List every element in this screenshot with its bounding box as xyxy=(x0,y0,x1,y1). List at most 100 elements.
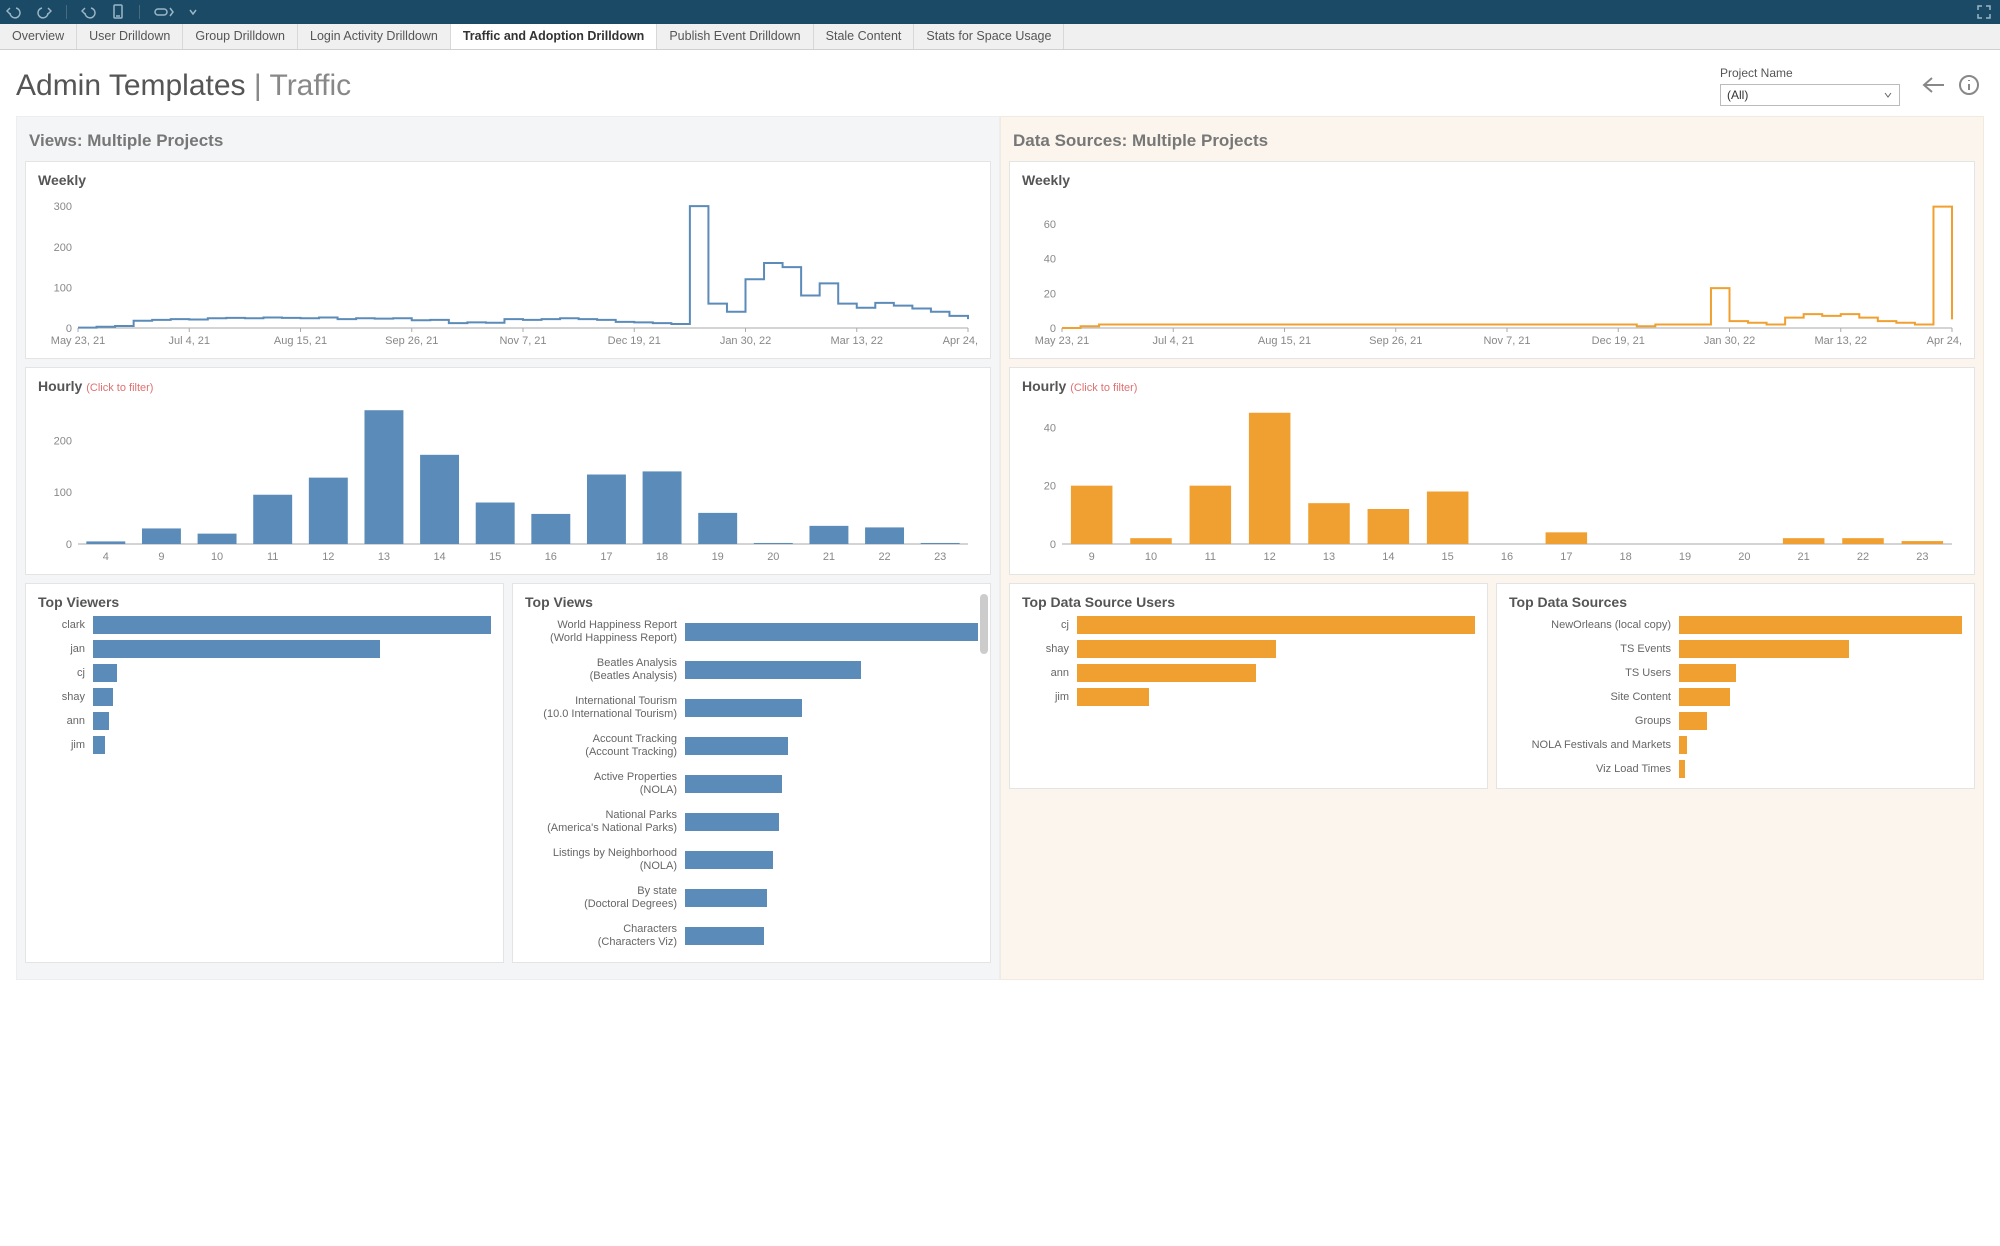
views-hourly-chart[interactable]: 0100200491011121314151617181920212223 xyxy=(38,398,978,568)
list-item[interactable]: shay xyxy=(1022,638,1475,660)
list-item[interactable]: cj xyxy=(1022,614,1475,636)
svg-text:19: 19 xyxy=(1679,551,1691,563)
list-item[interactable]: National Parks(America's National Parks) xyxy=(525,804,978,840)
list-item[interactable]: Account Tracking(Account Tracking) xyxy=(525,728,978,764)
list-item[interactable]: Active Properties(NOLA) xyxy=(525,766,978,802)
svg-text:19: 19 xyxy=(712,551,724,563)
list-item[interactable]: TS Users xyxy=(1509,662,1962,684)
scrollbar[interactable] xyxy=(980,594,988,654)
tab-stale-content[interactable]: Stale Content xyxy=(814,24,915,49)
list-item[interactable]: Listings by Neighborhood(NOLA) xyxy=(525,842,978,878)
project-filter-label: Project Name xyxy=(1720,66,1900,80)
svg-text:11: 11 xyxy=(1205,551,1216,563)
svg-text:14: 14 xyxy=(1382,551,1394,563)
svg-text:Jul 4, 21: Jul 4, 21 xyxy=(168,335,210,347)
svg-text:100: 100 xyxy=(54,282,72,294)
svg-text:23: 23 xyxy=(934,551,946,563)
list-item[interactable]: jim xyxy=(1022,686,1475,708)
svg-text:21: 21 xyxy=(823,551,835,563)
svg-text:Mar 13, 22: Mar 13, 22 xyxy=(1814,335,1867,347)
tab-stats-for-space-usage[interactable]: Stats for Space Usage xyxy=(914,24,1064,49)
svg-text:Sep 26, 21: Sep 26, 21 xyxy=(385,335,438,347)
svg-text:200: 200 xyxy=(54,435,72,447)
tab-publish-event-drilldown[interactable]: Publish Event Drilldown xyxy=(657,24,813,49)
list-item[interactable]: Site Content xyxy=(1509,686,1962,708)
svg-text:20: 20 xyxy=(1044,481,1056,493)
svg-text:23: 23 xyxy=(1916,551,1928,563)
svg-text:13: 13 xyxy=(1323,551,1335,563)
list-item[interactable]: ann xyxy=(1022,662,1475,684)
list-item[interactable]: clark xyxy=(38,614,491,636)
fullscreen-icon[interactable] xyxy=(1976,4,1992,23)
back-arrow-icon[interactable] xyxy=(1920,75,1946,98)
list-item[interactable]: NOLA Festivals and Markets xyxy=(1509,734,1962,756)
list-item[interactable]: shay xyxy=(38,686,491,708)
top-viewers-card: Top Viewers clarkjancjshayannjim xyxy=(25,583,504,963)
svg-text:0: 0 xyxy=(1050,539,1056,551)
top-views-title: Top Views xyxy=(525,594,978,610)
project-filter-select[interactable]: (All) xyxy=(1720,84,1900,106)
list-item[interactable]: jan xyxy=(38,638,491,660)
dropdown-caret-icon[interactable] xyxy=(188,8,198,16)
svg-text:17: 17 xyxy=(600,551,612,563)
revert-icon[interactable] xyxy=(81,5,97,19)
tab-login-activity-drilldown[interactable]: Login Activity Drilldown xyxy=(298,24,451,49)
list-item[interactable]: ann xyxy=(38,710,491,732)
svg-text:18: 18 xyxy=(656,551,668,563)
top-ds-users-title: Top Data Source Users xyxy=(1022,594,1475,610)
tab-group-drilldown[interactable]: Group Drilldown xyxy=(183,24,298,49)
list-item[interactable]: World Happiness Report(World Happiness R… xyxy=(525,614,978,650)
undo-icon[interactable] xyxy=(6,5,22,19)
top-viewers-chart[interactable]: clarkjancjshayannjim xyxy=(38,614,491,756)
ds-weekly-title: Weekly xyxy=(1022,172,1962,188)
top-views-card: Top Views World Happiness Report(World H… xyxy=(512,583,991,963)
svg-text:Apr 24, 22: Apr 24, 22 xyxy=(1927,335,1962,347)
views-weekly-chart[interactable]: 0100200300May 23, 21Jul 4, 21Aug 15, 21S… xyxy=(38,192,978,352)
info-icon[interactable] xyxy=(1958,74,1980,99)
tab-user-drilldown[interactable]: User Drilldown xyxy=(77,24,183,49)
list-item[interactable]: NewOrleans (local copy) xyxy=(1509,614,1962,636)
views-weekly-title: Weekly xyxy=(38,172,978,188)
list-item[interactable]: cj xyxy=(38,662,491,684)
ds-column-title: Data Sources: Multiple Projects xyxy=(1009,125,1975,161)
list-item[interactable]: jim xyxy=(38,734,491,756)
top-viewers-title: Top Viewers xyxy=(38,594,491,610)
svg-text:4: 4 xyxy=(103,551,109,563)
top-views-chart[interactable]: World Happiness Report(World Happiness R… xyxy=(525,614,978,954)
svg-text:14: 14 xyxy=(433,551,445,563)
svg-text:11: 11 xyxy=(267,551,278,563)
sheet-tabs: OverviewUser DrilldownGroup DrilldownLog… xyxy=(0,24,2000,50)
redo-icon[interactable] xyxy=(36,5,52,19)
svg-text:200: 200 xyxy=(54,242,72,254)
ds-hourly-title: Hourly (Click to filter) xyxy=(1022,378,1962,394)
export-icon[interactable] xyxy=(154,6,174,18)
page-title: Admin Templates | Traffic xyxy=(16,69,1720,103)
ds-weekly-chart[interactable]: 0204060May 23, 21Jul 4, 21Aug 15, 21Sep … xyxy=(1022,192,1962,352)
top-ds-card: Top Data Sources NewOrleans (local copy)… xyxy=(1496,583,1975,789)
device-preview-icon[interactable] xyxy=(111,4,125,20)
svg-text:Dec 19, 21: Dec 19, 21 xyxy=(1592,335,1645,347)
svg-text:Jan 30, 22: Jan 30, 22 xyxy=(720,335,771,347)
list-item[interactable]: International Tourism(10.0 International… xyxy=(525,690,978,726)
svg-text:100: 100 xyxy=(54,487,72,499)
list-item[interactable]: TS Events xyxy=(1509,638,1962,660)
views-column: Views: Multiple Projects Weekly 01002003… xyxy=(16,116,1000,980)
svg-text:15: 15 xyxy=(489,551,501,563)
top-ds-users-chart[interactable]: cjshayannjim xyxy=(1022,614,1475,708)
app-toolbar xyxy=(0,0,2000,24)
list-item[interactable]: Characters(Characters Viz) xyxy=(525,918,978,954)
svg-text:0: 0 xyxy=(1050,323,1056,335)
list-item[interactable]: Viz Load Times xyxy=(1509,758,1962,780)
svg-text:Mar 13, 22: Mar 13, 22 xyxy=(830,335,883,347)
ds-hourly-chart[interactable]: 0204091011121314151617181920212223 xyxy=(1022,398,1962,568)
list-item[interactable]: Beatles Analysis(Beatles Analysis) xyxy=(525,652,978,688)
tab-overview[interactable]: Overview xyxy=(0,24,77,49)
svg-text:May 23, 21: May 23, 21 xyxy=(1035,335,1089,347)
svg-text:18: 18 xyxy=(1620,551,1632,563)
svg-text:15: 15 xyxy=(1442,551,1454,563)
tab-traffic-and-adoption-drilldown[interactable]: Traffic and Adoption Drilldown xyxy=(451,24,657,49)
svg-text:20: 20 xyxy=(767,551,779,563)
top-ds-chart[interactable]: NewOrleans (local copy)TS EventsTS Users… xyxy=(1509,614,1962,780)
list-item[interactable]: Groups xyxy=(1509,710,1962,732)
list-item[interactable]: By state(Doctoral Degrees) xyxy=(525,880,978,916)
